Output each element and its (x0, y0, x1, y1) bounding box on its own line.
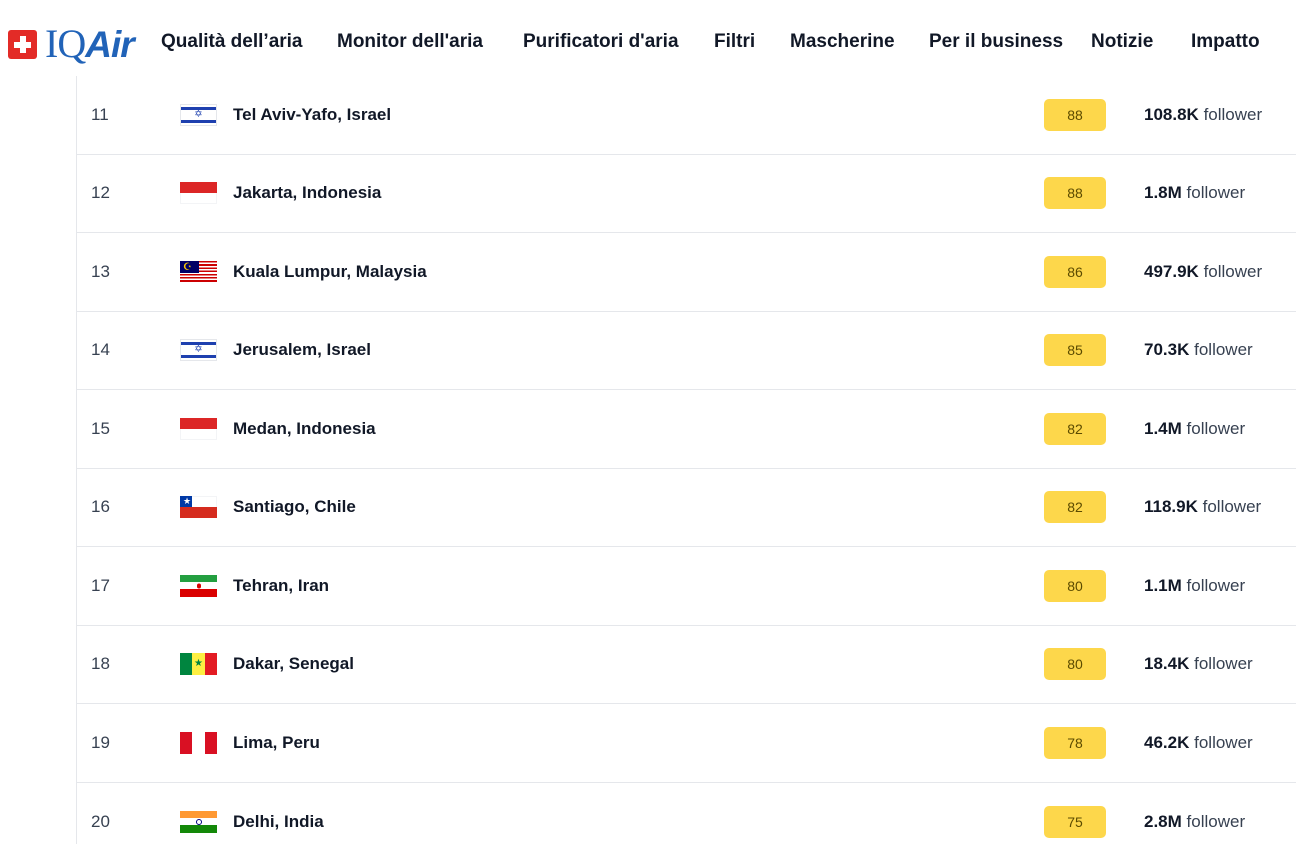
aqi-badge: 75 (1044, 805, 1106, 838)
aqi-badge: 88 (1044, 98, 1106, 131)
follower-count: 18.4K follower (1144, 654, 1253, 674)
follower-count: 108.8K follower (1144, 104, 1263, 124)
ranking-row[interactable]: 20 Delhi, India 75 2.8M follower (77, 783, 1296, 844)
ranking-row[interactable]: 16 ★ Santiago, Chile 82 118.9K follower (77, 469, 1296, 547)
city-name[interactable]: Lima, Peru (233, 733, 320, 753)
ranking-row[interactable]: 19 Lima, Peru 78 46.2K follower (77, 704, 1296, 783)
follower-count: 1.1M follower (1144, 575, 1246, 595)
india-flag-icon (180, 810, 217, 833)
city-name[interactable]: Jerusalem, Israel (233, 340, 371, 360)
rank-number: 15 (91, 418, 110, 438)
aqi-badge: 80 (1044, 569, 1106, 602)
rank-number: 13 (91, 261, 110, 281)
iran-flag-icon (180, 574, 217, 597)
follower-count: 497.9K follower (1144, 261, 1263, 281)
aqi-badge: 78 (1044, 726, 1106, 759)
follower-count: 1.4M follower (1144, 418, 1246, 438)
israel-flag-icon: ✡ (180, 339, 217, 362)
israel-flag-icon: ✡ (180, 103, 217, 126)
peru-flag-icon (180, 731, 217, 754)
ranking-row[interactable]: 14 ✡ Jerusalem, Israel 85 70.3K follower (77, 312, 1296, 390)
rank-number: 18 (91, 654, 110, 674)
aqi-badge: 88 (1044, 177, 1106, 210)
follower-count: 1.8M follower (1144, 183, 1246, 203)
logo-wordmark: IQAir (45, 21, 135, 66)
iqair-logo[interactable]: IQAir (8, 21, 135, 66)
city-name[interactable]: Dakar, Senegal (233, 654, 354, 674)
aqi-badge: 82 (1044, 491, 1106, 524)
aqi-badge: 85 (1044, 334, 1106, 367)
ranking-row[interactable]: 11 ✡ Tel Aviv-Yafo, Israel 88 108.8K fol… (77, 76, 1296, 155)
follower-count: 2.8M follower (1144, 811, 1246, 831)
city-name[interactable]: Tel Aviv-Yafo, Israel (233, 105, 391, 125)
aqi-badge: 82 (1044, 412, 1106, 445)
ranking-row[interactable]: 13 ☪ Kuala Lumpur, Malaysia 86 497.9K fo… (77, 233, 1296, 312)
chile-flag-icon: ★ (180, 496, 217, 519)
site-header: IQAir Qualità dell’aria Monitor dell'ari… (0, 0, 1296, 86)
nav-item-notizie[interactable]: Notizie (1091, 31, 1153, 53)
city-name[interactable]: Medan, Indonesia (233, 419, 376, 439)
rank-number: 11 (91, 104, 109, 124)
senegal-flag-icon: ★ (180, 653, 217, 676)
rank-number: 16 (91, 497, 110, 517)
ranking-row[interactable]: 15 Medan, Indonesia 82 1.4M follower (77, 390, 1296, 469)
indonesia-flag-icon (180, 182, 217, 205)
nav-item-mascherine[interactable]: Mascherine (790, 31, 895, 53)
malaysia-flag-icon: ☪ (180, 260, 217, 283)
city-name[interactable]: Tehran, Iran (233, 576, 329, 596)
rank-number: 19 (91, 732, 110, 752)
rank-number: 20 (91, 811, 110, 831)
swiss-flag-icon (8, 30, 37, 59)
nav-item-business[interactable]: Per il business (929, 31, 1063, 53)
city-name[interactable]: Santiago, Chile (233, 497, 356, 517)
follower-count: 118.9K follower (1144, 497, 1262, 517)
nav-item-qualita-aria[interactable]: Qualità dell’aria (161, 31, 303, 53)
follower-count: 46.2K follower (1144, 732, 1253, 752)
ranking-row[interactable]: 18 ★ Dakar, Senegal 80 18.4K follower (77, 626, 1296, 704)
aqi-badge: 80 (1044, 648, 1106, 681)
follower-count: 70.3K follower (1144, 340, 1253, 360)
nav-item-purificatori[interactable]: Purificatori d'aria (523, 31, 679, 53)
indonesia-flag-icon (180, 417, 217, 440)
ranking-row[interactable]: 12 Jakarta, Indonesia 88 1.8M follower (77, 155, 1296, 233)
city-name[interactable]: Kuala Lumpur, Malaysia (233, 262, 427, 282)
aqi-badge: 86 (1044, 255, 1106, 288)
city-ranking-list: 11 ✡ Tel Aviv-Yafo, Israel 88 108.8K fol… (76, 76, 1296, 844)
nav-item-impatto[interactable]: Impatto (1191, 31, 1260, 53)
ranking-row[interactable]: 17 Tehran, Iran 80 1.1M follower (77, 547, 1296, 626)
nav-item-monitor-aria[interactable]: Monitor dell'aria (337, 31, 483, 53)
rank-number: 12 (91, 183, 110, 203)
rank-number: 17 (91, 575, 110, 595)
nav-item-filtri[interactable]: Filtri (714, 31, 755, 53)
city-name[interactable]: Delhi, India (233, 812, 324, 832)
city-name[interactable]: Jakarta, Indonesia (233, 183, 381, 203)
rank-number: 14 (91, 340, 110, 360)
